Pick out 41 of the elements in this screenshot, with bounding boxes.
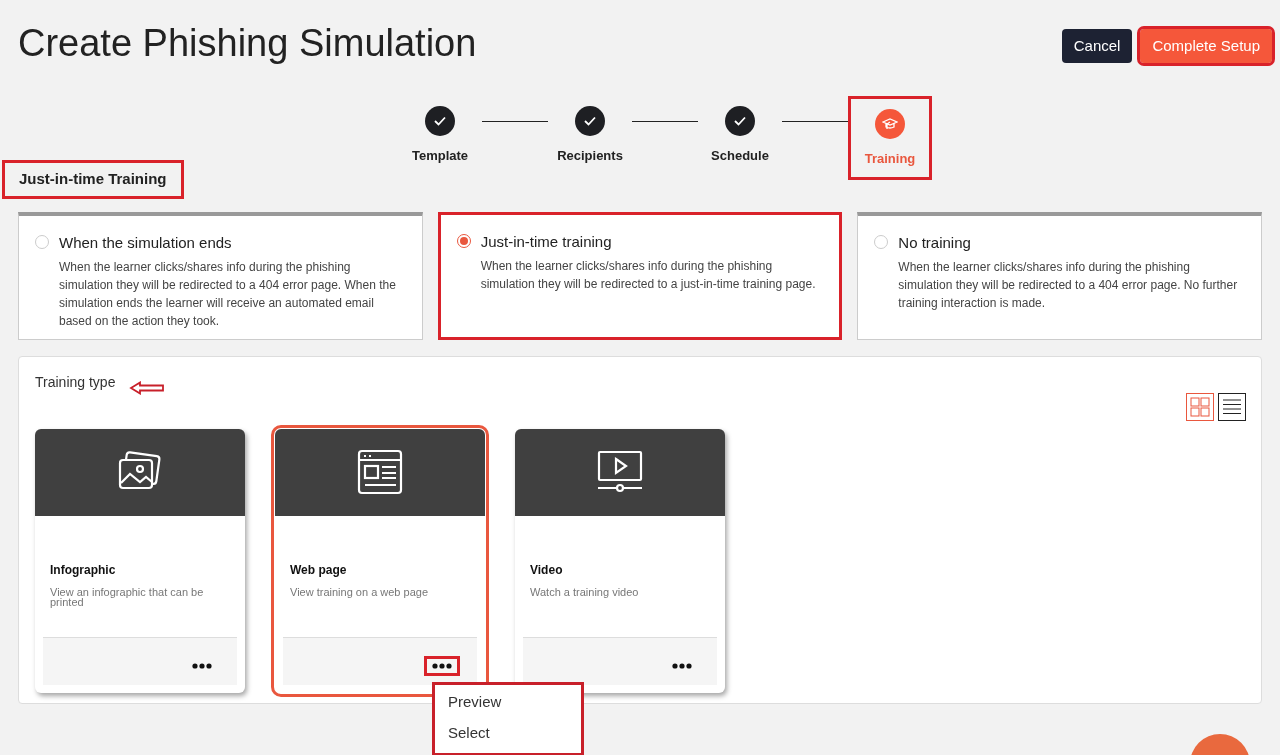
list-icon [1222,397,1242,416]
check-icon [734,116,746,126]
option-description: When the learner clicks/shares info during the phishing simulation they will be redirected to a 404 error page. No further training interaction is made. [898,259,1239,312]
menu-item[interactable]: Preview [448,690,581,713]
option-title: No training [898,232,972,253]
step-label: Template [411,147,469,165]
graduation-cap-icon [882,116,898,132]
card-description: Watch a training video [530,586,640,597]
option-card[interactable] [18,211,423,340]
page-title: Create Phishing Simulation [18,21,477,66]
step-label: Schedule [711,147,769,165]
card-description: View an infographic that can be printed [50,586,205,607]
more-icon [672,662,692,669]
option-card[interactable]: No training When the learner clicks/shares info during the phishing simulation they will be redirected to a 404 error page. No further training interaction is made. [857,211,1262,340]
cancel-button[interactable]: Cancel [1061,29,1133,63]
more-icon [432,662,452,669]
step-label: Recipients [557,147,623,165]
card-description: View training on a web page [290,586,429,597]
card-title: Infographic [50,561,117,579]
arrow-icon [129,380,166,395]
step-label: Training [864,150,916,168]
check-icon [584,116,596,126]
panel-label: Training type [35,373,116,392]
option-card[interactable]: Just-in-time training When the learner clicks/shares info during the phishing simulation they will be redirected to a just-in-time training page. [437,211,843,340]
grid-view-button[interactable] [1186,392,1214,421]
option-title: Just-in-time training [480,231,613,252]
more-button[interactable] [427,658,457,673]
more-icon [192,662,212,669]
section-title: Just-in-time Training [2,160,184,199]
option-description: When the learner clicks/shares info during the phishing simulation they will be redirected to a 404 error page. When the simulation ends the learner will receive an automated email based on the action they took. [59,259,397,330]
option-title: When the simulation ends [59,232,233,253]
check-icon [434,116,446,126]
grid-icon [1190,396,1210,417]
webpage-icon [356,448,404,496]
card-title: Video [530,561,564,579]
training-card[interactable]: Infographic View an infographic that can be printed [35,428,245,693]
option-description: When the learner clicks/shares info during the phishing simulation they will be redirected to a just-in-time training page. [480,258,817,293]
card-title: Web page [290,561,348,579]
training-card[interactable]: Video Watch a training video [515,428,725,693]
menu-item[interactable]: Select [448,722,581,745]
list-view-button[interactable] [1218,392,1246,421]
